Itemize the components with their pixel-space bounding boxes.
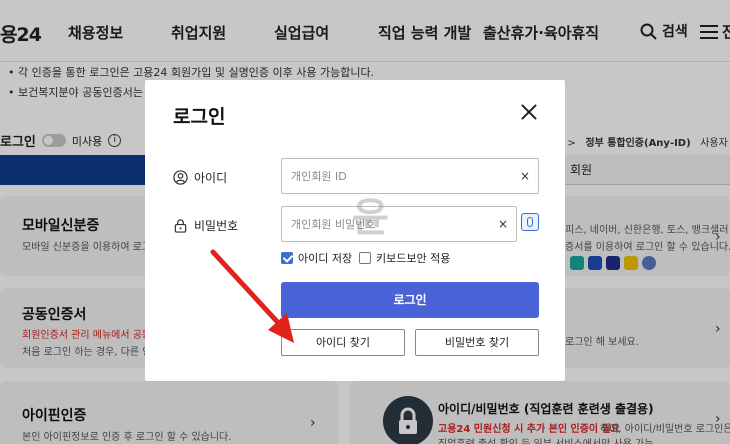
page: 용24 채용정보 취업지원 실업급여 직업 능력 개발 출산휴가·육아휴직 검색… bbox=[0, 0, 730, 444]
arrow-annotation-icon bbox=[210, 249, 294, 343]
